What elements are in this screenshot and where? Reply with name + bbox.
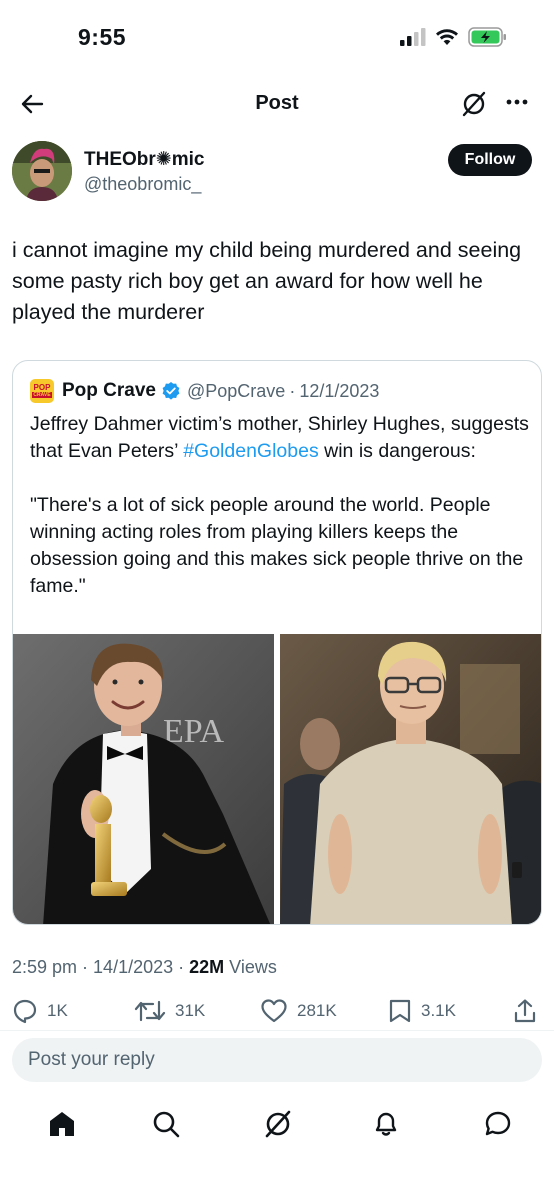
quoted-avatar-subtext: CRAVE (32, 392, 52, 398)
bookmark-button[interactable]: 3.1K (388, 998, 456, 1024)
quoted-date: 12/1/2023 (299, 380, 380, 401)
quoted-avatar-text: POP (33, 383, 51, 392)
reply-placeholder: Post your reply (28, 1049, 155, 1070)
battery-icon (468, 27, 508, 52)
quoted-image-still[interactable] (280, 634, 541, 924)
quoted-post-header: POP CRAVE Pop Crave @PopCrave · 12/1/202… (30, 379, 379, 403)
status-icons (400, 27, 508, 52)
reply-icon (13, 999, 37, 1024)
reply-button[interactable]: 1K (12, 998, 68, 1024)
more-options-button[interactable] (504, 88, 530, 120)
chat-bubble-icon (485, 1111, 511, 1136)
quoted-paragraph-2: "There's a lot of sick people around the… (30, 494, 524, 597)
share-icon (514, 999, 536, 1023)
search-icon (153, 1111, 180, 1138)
hashtag-link[interactable]: #GoldenGlobes (183, 440, 319, 462)
share-button[interactable] (512, 998, 538, 1024)
repost-button[interactable]: 31K (134, 998, 205, 1024)
wifi-icon (435, 28, 459, 51)
reply-count: 1K (47, 1001, 68, 1020)
top-nav: Post (0, 80, 554, 128)
grok-button[interactable] (460, 90, 488, 118)
signal-icon (400, 28, 426, 51)
meta-separator: · (173, 957, 190, 977)
status-time: 9:55 (78, 24, 127, 50)
quoted-handle: @PopCrave (186, 380, 286, 401)
follow-button[interactable]: Follow (448, 144, 532, 176)
quoted-avatar[interactable]: POP CRAVE (30, 379, 54, 403)
like-button[interactable]: 281K (260, 998, 337, 1024)
post-date: 14/1/2023 (93, 957, 174, 977)
grok-icon (265, 1110, 291, 1138)
quoted-author-name: Pop Crave (62, 380, 156, 401)
author-name[interactable]: THEObr✺mic (84, 148, 204, 171)
views-label: Views (224, 957, 277, 977)
repost-count: 31K (175, 1001, 206, 1020)
verified-badge-icon (161, 381, 181, 401)
like-count: 281K (297, 1001, 337, 1020)
views-count[interactable]: 22M (189, 957, 224, 977)
home-icon (50, 1112, 74, 1136)
divider (0, 1030, 554, 1031)
meta-separator: · (77, 957, 94, 977)
post-text: i cannot imagine my child being murdered… (12, 238, 522, 324)
nav-search[interactable] (150, 1108, 182, 1140)
quoted-paragraph-1: Jeffrey Dahmer victim’s mother, Shirley … (30, 411, 530, 465)
quoted-separator: · (289, 380, 296, 401)
quoted-text: Jeffrey Dahmer victim’s mother, Shirley … (30, 411, 530, 600)
more-icon (506, 99, 528, 105)
quoted-text-after: win is dangerous: (318, 440, 476, 462)
nav-home[interactable] (46, 1108, 78, 1140)
nav-notifications[interactable] (370, 1108, 402, 1140)
repost-icon (134, 1000, 166, 1022)
nav-messages[interactable] (482, 1108, 514, 1140)
bottom-nav (0, 1100, 554, 1150)
bell-icon (375, 1112, 397, 1136)
heart-icon (261, 999, 287, 1023)
reply-input[interactable]: Post your reply (12, 1038, 542, 1082)
grok-icon (462, 91, 486, 117)
post-time: 2:59 pm (12, 957, 78, 977)
avatar[interactable] (12, 141, 72, 201)
status-bar: 9:55 (0, 0, 554, 72)
action-bar: 1K 31K 281K 3.1K (0, 996, 554, 1030)
author-handle[interactable]: @theobromic_ (84, 174, 201, 195)
nav-grok[interactable] (262, 1108, 294, 1140)
quoted-post[interactable]: POP CRAVE Pop Crave @PopCrave · 12/1/202… (12, 360, 542, 925)
post-meta: 2:59 pm · 14/1/2023 · 22M Views (12, 957, 277, 978)
bookmark-count: 3.1K (421, 1001, 456, 1020)
bookmark-icon (389, 999, 411, 1023)
quoted-image-award[interactable]: EPA (13, 634, 274, 924)
